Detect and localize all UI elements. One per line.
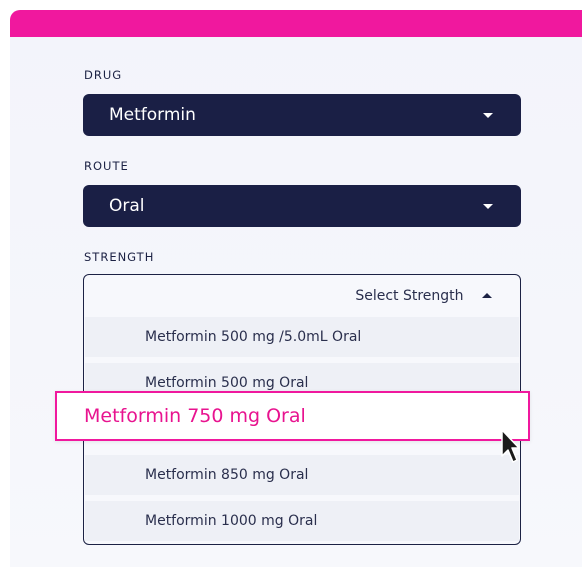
strength-placeholder: Select Strength — [355, 288, 464, 304]
drug-select[interactable]: Metformin — [83, 94, 521, 136]
drug-select-value: Metformin — [109, 105, 196, 125]
header-accent-bar — [10, 10, 582, 37]
strength-option-highlighted[interactable]: Metformin 750 mg Oral — [55, 391, 530, 441]
route-select[interactable]: Oral — [83, 185, 521, 227]
drug-label: DRUG — [84, 68, 123, 82]
chevron-down-icon — [483, 204, 493, 209]
route-label: ROUTE — [84, 159, 129, 173]
strength-option[interactable]: Metformin 1000 mg Oral — [85, 501, 519, 541]
route-select-value: Oral — [109, 196, 145, 216]
chevron-up-icon — [482, 293, 492, 298]
strength-select-toggle[interactable]: Select Strength — [355, 288, 492, 304]
chevron-down-icon — [483, 113, 493, 118]
medication-form-card: DRUG Metformin ROUTE Oral STRENGTH Selec… — [10, 10, 582, 567]
mouse-pointer-icon — [501, 429, 520, 463]
strength-option[interactable]: Metformin 500 mg /5.0mL Oral — [85, 317, 519, 357]
strength-label: STRENGTH — [84, 250, 155, 264]
strength-option[interactable]: Metformin 850 mg Oral — [85, 455, 519, 495]
